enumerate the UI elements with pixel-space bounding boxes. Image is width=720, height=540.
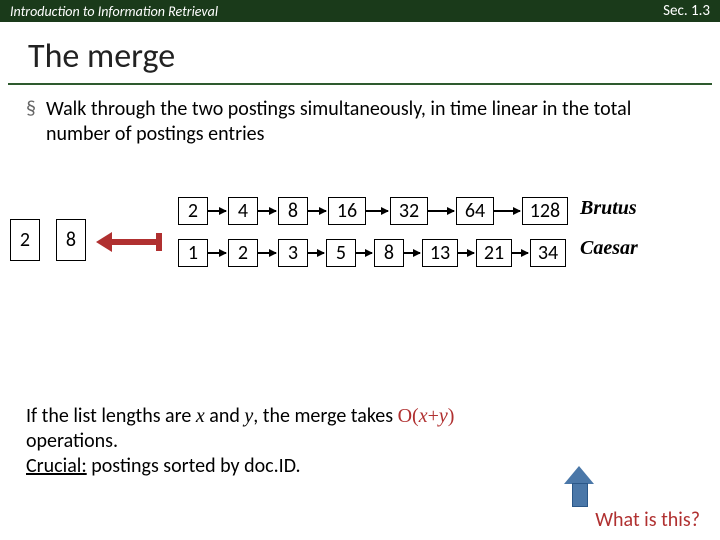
what-is-this: What is this?	[595, 508, 700, 532]
r1c4: 32	[390, 197, 428, 225]
arrow-icon	[366, 210, 388, 212]
r1c0: 2	[178, 197, 208, 225]
r2c6: 21	[476, 239, 512, 267]
arrow-icon	[512, 252, 528, 254]
merge-diagram: 2 8 2 4 8 16 32 64 128 1 2 3 5 8 13 21 3…	[0, 187, 720, 307]
arrow-icon	[308, 210, 326, 212]
pointer-b: 8	[56, 219, 86, 261]
bullet-text: Walk through the two postings simultaneo…	[46, 97, 694, 147]
r2c5: 13	[422, 239, 458, 267]
arrow-icon	[494, 210, 520, 212]
arrow-icon	[404, 252, 420, 254]
bullet-item: § Walk through the two postings simultan…	[26, 97, 694, 147]
r2c7: 34	[530, 239, 566, 267]
bullet-symbol: §	[26, 97, 36, 147]
pointer-arrow	[110, 239, 160, 245]
arrow-icon	[428, 210, 454, 212]
arrow-icon	[356, 252, 372, 254]
slide-title: The merge	[0, 22, 720, 83]
header-bar: Introduction to Information Retrieval Se…	[0, 0, 720, 22]
r1c6: 128	[522, 197, 568, 225]
r1c2: 8	[278, 197, 308, 225]
r2c4: 8	[374, 239, 404, 267]
arrow-icon	[208, 210, 226, 212]
list-label-brutus: Brutus	[580, 197, 637, 220]
r1c1: 4	[228, 197, 258, 225]
r2c0: 1	[178, 239, 208, 267]
r1c5: 64	[456, 197, 494, 225]
section-number: Sec. 1.3	[663, 2, 710, 20]
arrow-icon	[208, 252, 226, 254]
arrow-icon	[458, 252, 474, 254]
r2c2: 3	[278, 239, 308, 267]
r2c3: 5	[326, 239, 356, 267]
r2c1: 2	[228, 239, 258, 267]
r1c3: 16	[328, 197, 366, 225]
list-label-caesar: Caesar	[580, 237, 638, 260]
pointer-a: 2	[10, 219, 40, 261]
arrow-icon	[308, 252, 324, 254]
course-title: Introduction to Information Retrieval	[10, 3, 218, 20]
arrow-icon	[258, 210, 276, 212]
arrow-icon	[258, 252, 276, 254]
slide-body: § Walk through the two postings simultan…	[0, 85, 720, 147]
